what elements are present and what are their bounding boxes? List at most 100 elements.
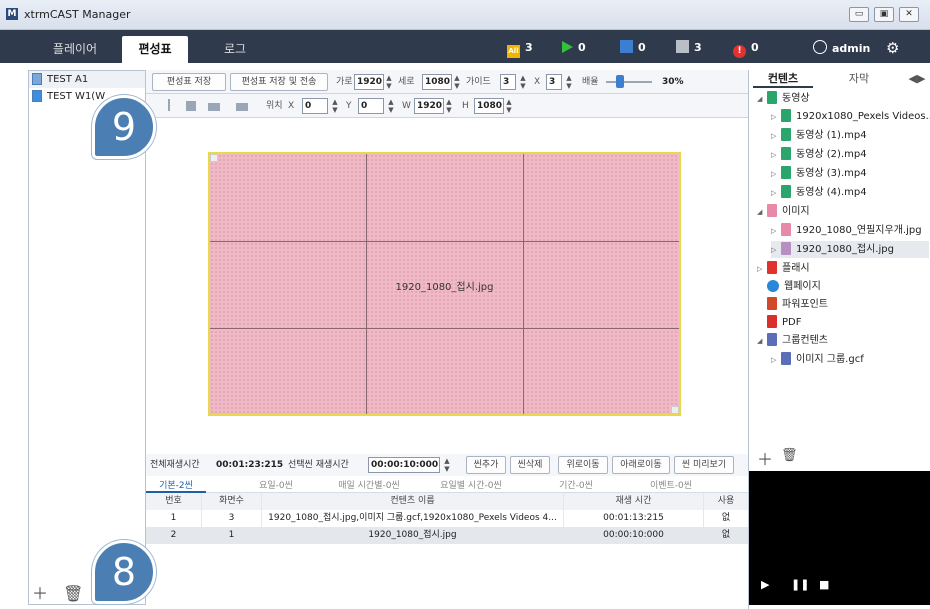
resize-handle[interactable] (671, 406, 679, 414)
pdf-icon (767, 315, 777, 328)
preview-button[interactable]: 씬 미리보기 (674, 456, 734, 474)
align-left-icon[interactable] (168, 99, 178, 111)
delete-scene-button[interactable]: 씬삭제 (510, 456, 550, 474)
video-file-icon (781, 185, 791, 198)
tab-event[interactable]: 이벤트-0씬 (636, 478, 706, 491)
resize-handle[interactable] (210, 154, 218, 162)
tab-subtitles[interactable]: 자막 (829, 70, 889, 88)
web-icon (767, 280, 779, 292)
tab-basic[interactable]: 기본-2씬 (146, 478, 206, 493)
tree-item[interactable]: ▷ 동영상 (1).mp4 (771, 127, 867, 144)
h-input[interactable]: 1080 (474, 98, 504, 114)
trash-icon[interactable]: 🗑 (781, 448, 798, 463)
tree-item[interactable]: ▷ 이미지 그룹.gcf (771, 351, 864, 368)
w-input[interactable]: 1920 (414, 98, 444, 114)
guide-x-input[interactable]: 3 (500, 74, 516, 90)
guide-label: 가이드 (466, 77, 491, 87)
tree-item[interactable]: ▷ 동영상 (2).mp4 (771, 146, 867, 163)
tree-label: 동영상 (4).mp4 (796, 187, 867, 198)
video-file-icon (781, 166, 791, 179)
cell: 없 (721, 513, 731, 523)
tree-powerpoint[interactable]: 파워포인트 (767, 296, 828, 313)
pos-y-input[interactable]: 0 (358, 98, 384, 114)
height-input[interactable]: 1080 (422, 74, 452, 90)
h-label: H (462, 101, 469, 111)
zoom-label: 배율 (582, 77, 599, 87)
guide-x-spinner[interactable]: ▲ ▼ (518, 74, 528, 90)
minimize-button[interactable]: ▭ (849, 7, 869, 22)
tree-item[interactable]: ▷ 동영상 (3).mp4 (771, 165, 867, 182)
status-gray[interactable]: 3 (676, 40, 702, 56)
tab-period[interactable]: 기간-0씬 (546, 478, 606, 491)
width-input[interactable]: 1920 (354, 74, 384, 90)
status-blue[interactable]: 0 (620, 40, 646, 56)
tree-folder-video[interactable]: ◢ 동영상 (757, 90, 810, 107)
user-menu[interactable]: admin (813, 40, 870, 56)
tree-folder-group[interactable]: ◢ 그룹컨텐츠 (757, 332, 828, 349)
tab-scroll-arrows[interactable]: ◀▶ (905, 70, 929, 88)
col-screens: 화면수 (202, 493, 262, 510)
scene-tabs: 기본-2씬 요일-0씬 매일 시간별-0씬 요일별 시간-0씬 기간-0씬 이벤… (146, 476, 748, 493)
tree-item[interactable]: ▷ 1920x1080_Pexels Videos... (771, 108, 930, 125)
w-label: W (402, 101, 411, 111)
status-playing[interactable]: 0 (562, 40, 586, 56)
cell: 3 (202, 510, 262, 527)
width-spinner[interactable]: ▲ ▼ (384, 74, 394, 90)
guide-line (210, 241, 679, 242)
screen-region[interactable]: 1920_1080_접시.jpg (208, 152, 681, 416)
close-button[interactable]: ✕ (899, 7, 919, 22)
pos-x-input[interactable]: 0 (302, 98, 328, 114)
play-icon[interactable]: ▶ (761, 578, 769, 591)
zoom-slider-handle[interactable] (616, 75, 624, 88)
tab-contents[interactable]: 컨텐츠 (753, 70, 813, 88)
h-spinner[interactable]: ▲ ▼ (504, 98, 514, 114)
tree-item-selected[interactable]: ▷ 1920_1080_접시.jpg (771, 241, 929, 258)
tree-webpage[interactable]: 웹페이지 (767, 278, 821, 295)
tab-player[interactable]: 플레이어 (28, 36, 122, 63)
scene-time-input[interactable]: 00:00:10:000 (368, 457, 440, 473)
table-row[interactable]: 1 3 1920_1080_접시.jpg,이미지 그룹.gcf,1920x108… (146, 510, 748, 527)
gear-icon[interactable]: ⚙ (886, 40, 899, 56)
height-spinner[interactable]: ▲ ▼ (452, 74, 462, 90)
tab-schedule[interactable]: 편성표 (122, 36, 188, 63)
status-alert[interactable]: ! 0 (733, 40, 759, 58)
scene-time-spinner[interactable]: ▲ ▼ (442, 457, 452, 473)
tab-daily-time[interactable]: 매일 시간별-0씬 (324, 478, 414, 491)
table-row[interactable]: 2 1 1920_1080_접시.jpg 00:00:10:000 없 (146, 527, 748, 544)
guide-y-spinner[interactable]: ▲ ▼ (564, 74, 574, 90)
maximize-button[interactable]: ▣ (874, 7, 894, 22)
stop-icon[interactable]: ■ (819, 578, 829, 591)
trash-icon[interactable]: 🗑 (63, 584, 83, 603)
align-right-icon[interactable] (236, 103, 248, 111)
add-content-icon[interactable]: ＋ (757, 446, 773, 470)
guide-line (210, 328, 679, 329)
align-center-icon[interactable] (186, 101, 196, 111)
save-send-button[interactable]: 편성표 저장 및 전송 (230, 73, 328, 91)
tree-label: 동영상 (2).mp4 (796, 149, 867, 160)
pause-icon[interactable]: ❚❚ (791, 578, 809, 591)
add-scene-button[interactable]: 씬추가 (466, 456, 506, 474)
tree-item[interactable]: ▷ 1920_1080_연필지우개.jpg (771, 222, 922, 239)
move-up-button[interactable]: 위로이동 (558, 456, 608, 474)
tree-folder-flash[interactable]: ▷ 플래시 (757, 260, 810, 277)
tab-weekday-time[interactable]: 요일별 시간-0씬 (426, 478, 516, 491)
pos-y-spinner[interactable]: ▲ ▼ (386, 98, 396, 114)
list-item[interactable]: TEST A1 (29, 71, 145, 88)
pos-x-spinner[interactable]: ▲ ▼ (330, 98, 340, 114)
save-schedule-button[interactable]: 편성표 저장 (152, 73, 226, 91)
move-down-button[interactable]: 아래로이동 (612, 456, 670, 474)
zoom-slider[interactable] (606, 81, 652, 83)
guide-y-input[interactable]: 3 (546, 74, 562, 90)
tree-label: 동영상 (782, 93, 810, 104)
tree-folder-image[interactable]: ◢ 이미지 (757, 203, 810, 220)
tab-log[interactable]: 로그 (188, 36, 282, 63)
tree-pdf[interactable]: PDF (767, 314, 801, 331)
status-all[interactable]: All 3 (507, 40, 533, 58)
tree-label: 이미지 (782, 206, 810, 217)
video-file-icon (781, 109, 791, 122)
align-bottom-icon[interactable] (208, 103, 220, 111)
tab-weekday[interactable]: 요일-0씬 (246, 478, 306, 491)
tree-item[interactable]: ▷ 동영상 (4).mp4 (771, 184, 867, 201)
add-icon[interactable]: ＋ (32, 584, 48, 603)
w-spinner[interactable]: ▲ ▼ (444, 98, 454, 114)
